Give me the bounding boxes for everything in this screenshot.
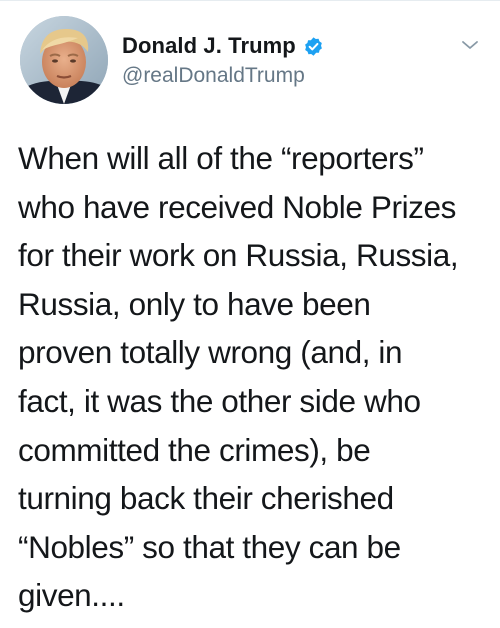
tweet-text-line: Russia, only to have been [18, 285, 371, 322]
chevron-down-icon[interactable] [460, 38, 480, 52]
tweet-card: Donald J. Trump @realDonaldTrump When wi… [0, 0, 500, 628]
name-row: Donald J. Trump [122, 31, 324, 61]
tweet-text-line: When will all of the “reporters” [18, 140, 424, 176]
tweet-text-line: fact, it was the other side who [18, 382, 421, 419]
tweet-text-line: proven totally wrong (and, in [18, 334, 403, 371]
profile-photo [20, 16, 108, 104]
tweet-text-line: for their work on Russia, Russia, [18, 237, 459, 274]
display-name[interactable]: Donald J. Trump [122, 33, 296, 59]
author-block: Donald J. Trump @realDonaldTrump [122, 31, 324, 88]
tweet-text-line: committed the crimes), be [18, 431, 371, 468]
avatar[interactable] [20, 16, 108, 104]
tweet-text: When will all of the “reporters” who hav… [18, 134, 490, 620]
tweet-text-line: “Nobles” so that they can be [18, 528, 401, 565]
verified-badge-icon [303, 36, 324, 57]
tweet-text-line: turning back their cherished [18, 480, 394, 517]
tweet-text-line: given.... [18, 577, 125, 614]
tweet-text-line: who have received Noble Prizes [18, 188, 456, 225]
handle[interactable]: @realDonaldTrump [122, 64, 324, 88]
